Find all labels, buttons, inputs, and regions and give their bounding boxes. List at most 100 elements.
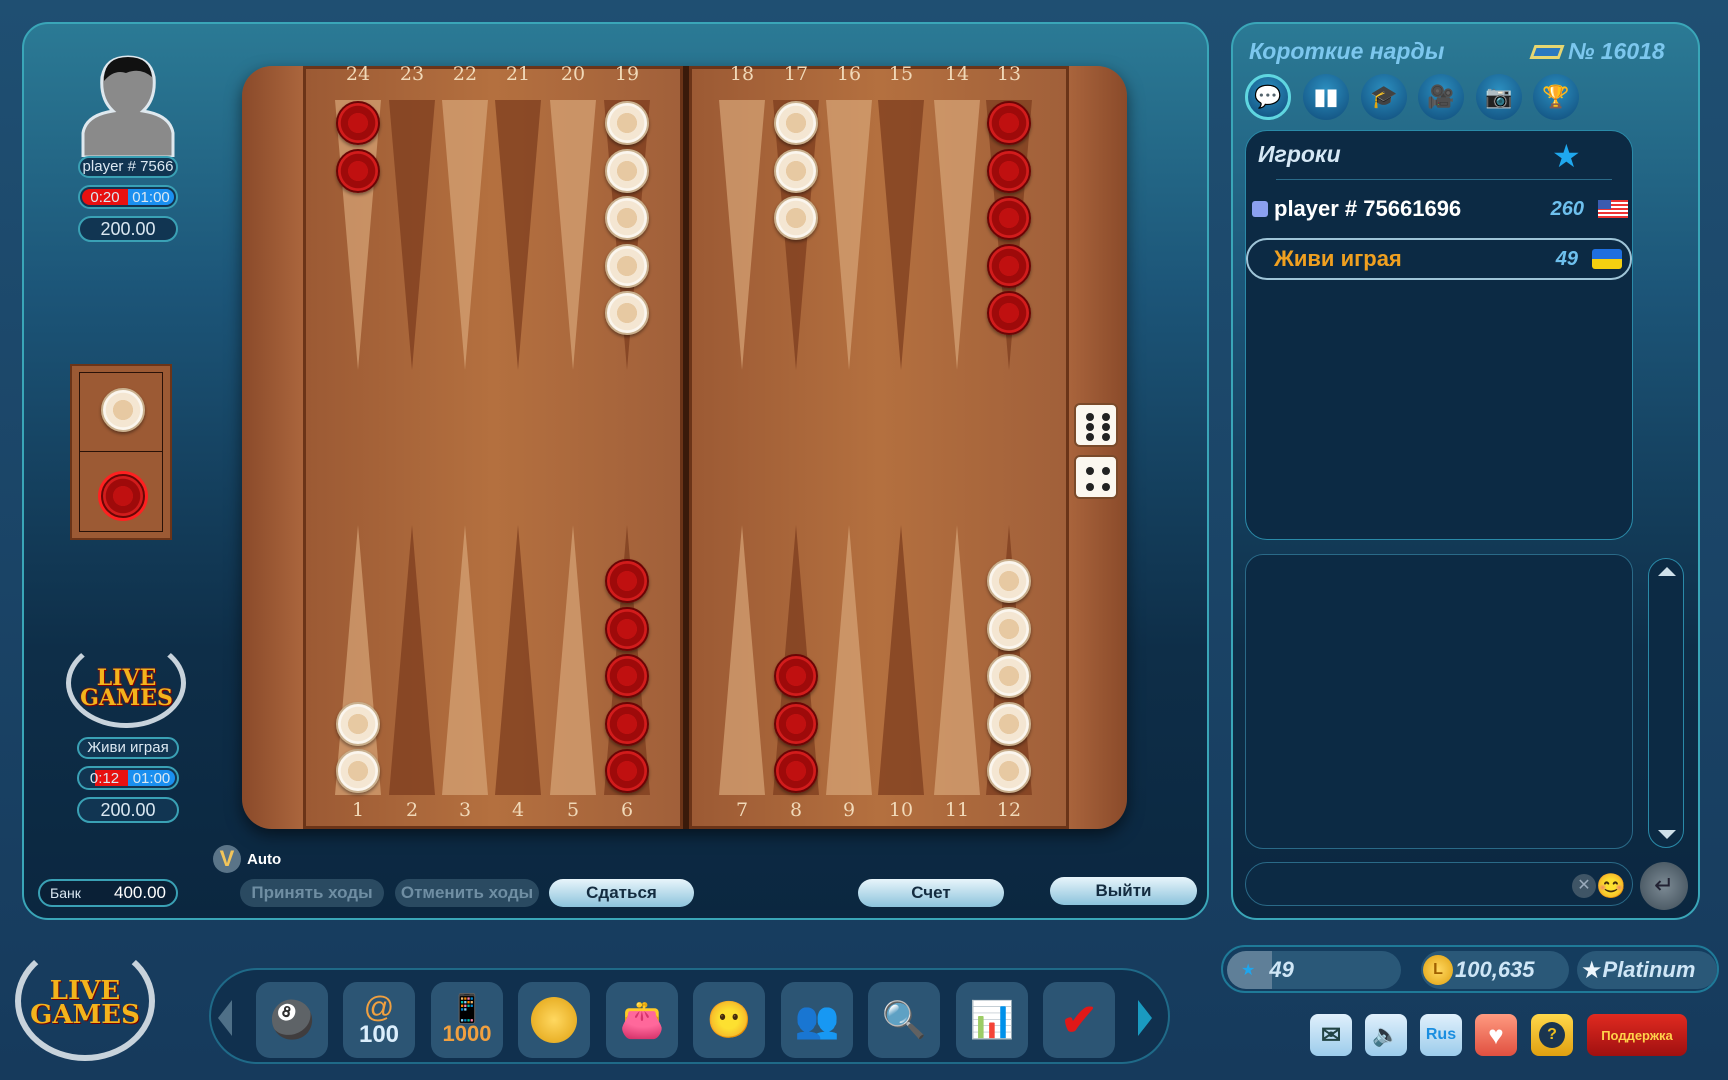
- player-rating: 49: [1555, 247, 1578, 270]
- board-point[interactable]: [389, 100, 435, 370]
- tab-stats[interactable]: ▮▮: [1303, 74, 1349, 120]
- toolbar-chart-button[interactable]: 📊: [956, 982, 1028, 1058]
- at-100-icon: @: [363, 991, 395, 1024]
- white-checker[interactable]: [774, 101, 818, 145]
- white-checker[interactable]: [987, 606, 1031, 651]
- toolbar-search-player-button[interactable]: 🔍: [868, 982, 940, 1058]
- white-checker[interactable]: [605, 148, 649, 193]
- board-point[interactable]: [550, 525, 596, 795]
- toolbar-prev-button[interactable]: [218, 1000, 232, 1036]
- search-player-icon: 🔍: [881, 999, 927, 1040]
- tab-camera[interactable]: 📷: [1476, 74, 1522, 120]
- star-icon: ★: [1241, 962, 1256, 979]
- white-checker[interactable]: [336, 701, 380, 746]
- white-checker[interactable]: [987, 701, 1031, 746]
- board-point[interactable]: [719, 100, 765, 370]
- red-checker[interactable]: [336, 148, 380, 193]
- board-point[interactable]: [495, 525, 541, 795]
- auto-toggle[interactable]: V Auto: [213, 845, 281, 873]
- board-point[interactable]: [934, 525, 980, 795]
- white-checker[interactable]: [605, 291, 649, 335]
- mail-button[interactable]: ✉: [1310, 1014, 1352, 1056]
- red-checker[interactable]: [987, 148, 1031, 193]
- board-point[interactable]: [442, 525, 488, 795]
- point-number: 9: [842, 799, 856, 821]
- player-row[interactable]: player # 75661696 260: [1252, 191, 1628, 227]
- board-point[interactable]: [389, 525, 435, 795]
- toolbar-chat-faces-button[interactable]: 😶: [693, 982, 765, 1058]
- undo-moves-button[interactable]: Отменить ходы: [395, 879, 539, 907]
- red-checker[interactable]: [774, 749, 818, 793]
- board-point[interactable]: [826, 525, 872, 795]
- tab-table[interactable]: 🎓: [1361, 74, 1407, 120]
- exit-button[interactable]: Выйти: [1050, 877, 1197, 905]
- red-checker[interactable]: [605, 654, 649, 698]
- chat-input[interactable]: ✕ 😊: [1245, 862, 1633, 906]
- board-point[interactable]: [442, 100, 488, 370]
- red-checker[interactable]: [987, 243, 1031, 288]
- favorites-button[interactable]: ♥: [1475, 1014, 1517, 1056]
- opponent-name: player # 7566: [78, 156, 178, 178]
- help-button[interactable]: ?: [1531, 1014, 1573, 1056]
- red-checker[interactable]: [605, 701, 649, 746]
- board-point[interactable]: [495, 100, 541, 370]
- board-point[interactable]: [878, 100, 924, 370]
- board-point[interactable]: [719, 525, 765, 795]
- white-checker[interactable]: [987, 654, 1031, 698]
- clear-icon[interactable]: ✕: [1572, 874, 1596, 898]
- send-button[interactable]: ↵: [1640, 862, 1688, 910]
- white-checker[interactable]: [605, 196, 649, 240]
- white-checker[interactable]: [987, 559, 1031, 603]
- resign-button[interactable]: Сдаться: [549, 879, 694, 907]
- bank-value: 400.00: [114, 883, 166, 902]
- tab-video[interactable]: 🎥: [1418, 74, 1464, 120]
- board-point[interactable]: [826, 100, 872, 370]
- white-checker[interactable]: [336, 749, 380, 793]
- accept-moves-button[interactable]: Принять ходы: [240, 879, 384, 907]
- tab-chat[interactable]: 💬: [1245, 74, 1291, 120]
- bar-checker-red[interactable]: [101, 474, 145, 518]
- red-checker[interactable]: [605, 606, 649, 651]
- sound-button[interactable]: 🔈: [1365, 1014, 1407, 1056]
- score-button[interactable]: Счет: [858, 879, 1004, 907]
- white-checker[interactable]: [605, 243, 649, 288]
- white-checker[interactable]: [605, 101, 649, 145]
- my-name: Живи играя: [77, 737, 179, 759]
- board-point[interactable]: [934, 100, 980, 370]
- red-checker[interactable]: [336, 101, 380, 145]
- toolbar-games-button[interactable]: 🎱: [256, 982, 328, 1058]
- red-checker[interactable]: [987, 291, 1031, 335]
- toolbar-1000-button[interactable]: 📱 1000: [431, 982, 503, 1058]
- toolbar-wallet-button[interactable]: 👛: [606, 982, 678, 1058]
- emoji-icon[interactable]: 😊: [1596, 872, 1626, 901]
- favorite-star-icon[interactable]: ★: [1552, 137, 1581, 175]
- toolbar-coin-clock-button[interactable]: [518, 982, 590, 1058]
- toolbar-players-button[interactable]: 👥: [781, 982, 853, 1058]
- red-checker[interactable]: [987, 101, 1031, 145]
- language-button[interactable]: Rus: [1420, 1014, 1462, 1056]
- table-icon: [1529, 44, 1565, 59]
- toolbar-checkmark-button[interactable]: ✔: [1043, 982, 1115, 1058]
- white-checker[interactable]: [987, 749, 1031, 793]
- tab-trophy[interactable]: 🏆: [1533, 74, 1579, 120]
- red-checker[interactable]: [605, 559, 649, 603]
- red-checker[interactable]: [987, 196, 1031, 240]
- die-pip: [1086, 467, 1094, 475]
- scroll-down-icon[interactable]: [1658, 830, 1676, 839]
- board-point[interactable]: [878, 525, 924, 795]
- toolbar-next-button[interactable]: [1138, 1000, 1152, 1036]
- board-point[interactable]: [550, 100, 596, 370]
- toolbar-at-100-button[interactable]: @100: [343, 982, 415, 1058]
- white-checker[interactable]: [774, 196, 818, 240]
- white-checker[interactable]: [774, 148, 818, 193]
- red-checker[interactable]: [605, 749, 649, 793]
- scroll-up-icon[interactable]: [1658, 567, 1676, 576]
- player-row-selected[interactable]: Живи играя 49: [1246, 238, 1632, 280]
- support-button[interactable]: Поддержка: [1587, 1014, 1687, 1056]
- bar-checker-white[interactable]: [101, 388, 145, 432]
- red-checker[interactable]: [774, 654, 818, 698]
- chat-scrollbar[interactable]: [1648, 558, 1684, 848]
- red-checker[interactable]: [774, 701, 818, 746]
- die[interactable]: [1074, 455, 1118, 499]
- die[interactable]: [1074, 403, 1118, 447]
